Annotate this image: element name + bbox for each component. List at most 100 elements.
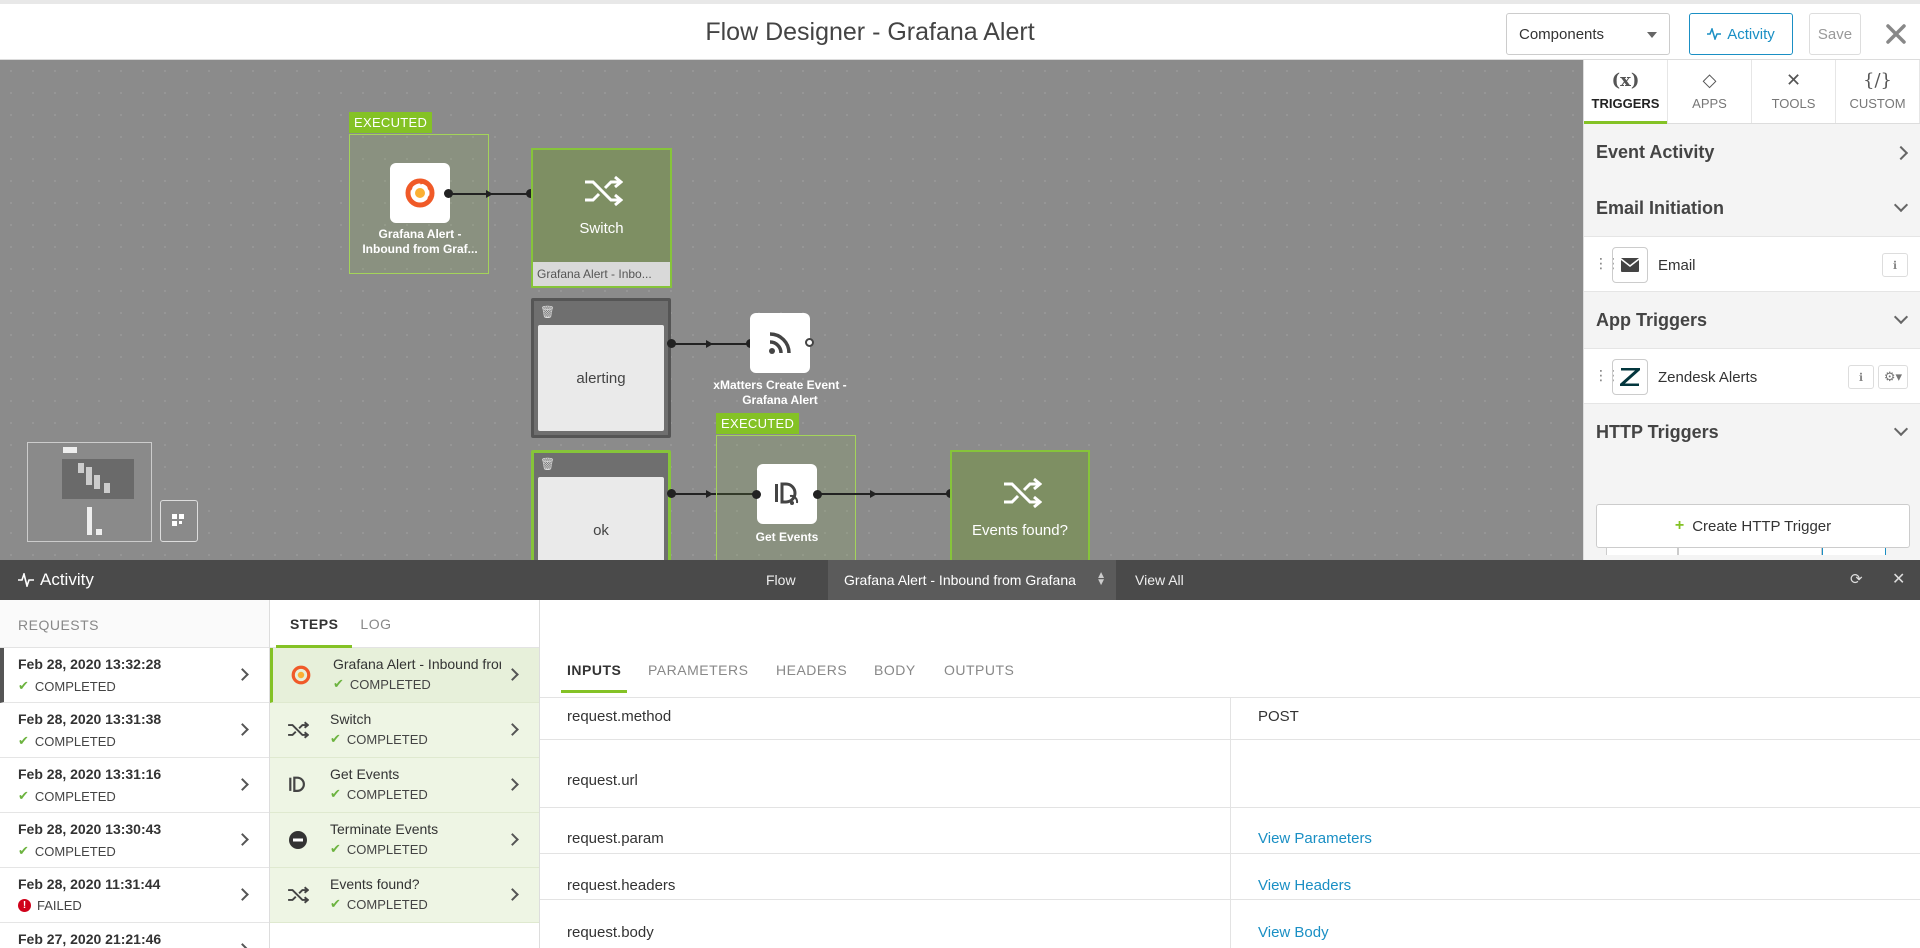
list-item[interactable]: Feb 27, 2020 21:21:46 bbox=[0, 923, 269, 948]
close-icon[interactable] bbox=[1884, 22, 1908, 46]
section-http-triggers[interactable]: HTTP Triggers bbox=[1584, 404, 1920, 460]
xmatters-node-label: xMatters Create Event - Grafana Alert bbox=[713, 378, 847, 407]
step-status: COMPLETED bbox=[346, 841, 428, 857]
branch-ok[interactable]: 🗑 ok bbox=[531, 450, 671, 560]
minimap-toggle-button[interactable] bbox=[160, 500, 198, 542]
connector-line bbox=[675, 343, 751, 345]
flow-select-label: Grafana Alert - Inbound from Grafana bbox=[844, 572, 1076, 588]
view-body-link[interactable]: View Body bbox=[1258, 924, 1329, 941]
get-events-node-label: Get Events bbox=[755, 530, 819, 544]
gear-icon[interactable]: ⚙▾ bbox=[1878, 365, 1908, 389]
close-icon[interactable]: ✕ bbox=[1892, 569, 1905, 589]
shuffle-icon bbox=[585, 175, 623, 207]
flow-select[interactable]: Grafana Alert - Inbound from Grafana ▲ ▼ bbox=[828, 560, 1116, 600]
variable-icon: (x) bbox=[1611, 70, 1640, 91]
branch-alerting[interactable]: 🗑 alerting bbox=[531, 298, 671, 438]
tab-steps[interactable]: STEPS bbox=[275, 600, 353, 648]
tab-parameters[interactable]: PARAMETERS bbox=[648, 662, 748, 678]
chevron-right-icon bbox=[506, 888, 519, 901]
connector-dot[interactable] bbox=[752, 490, 761, 499]
requests-list: REQUESTS Feb 28, 2020 13:32:28 ✔ COMPLETE… bbox=[0, 600, 270, 948]
shuffle-icon bbox=[286, 883, 310, 907]
flow-link[interactable]: Flow bbox=[766, 572, 796, 588]
arrow-icon bbox=[706, 490, 713, 498]
tab-outputs[interactable]: OUTPUTS bbox=[944, 662, 1014, 678]
flow-canvas[interactable]: EXECUTED Grafana Alert - Inbound from Gr… bbox=[0, 60, 1583, 560]
info-icon[interactable]: ℹ bbox=[1848, 365, 1874, 389]
plus-icon: + bbox=[1674, 517, 1685, 534]
list-item[interactable]: Feb 28, 2020 13:31:38 ✔ COMPLETED bbox=[0, 703, 269, 758]
create-http-trigger-label: Create HTTP Trigger bbox=[1692, 517, 1832, 535]
shuffle-icon bbox=[1004, 477, 1042, 509]
trigger-item-zendesk[interactable]: ⋮⋮ Zendesk Alerts ℹ ⚙▾ bbox=[1584, 348, 1920, 404]
list-item[interactable]: Feb 28, 2020 13:32:28 ✔ COMPLETED bbox=[0, 648, 269, 703]
view-headers-link[interactable]: View Headers bbox=[1258, 877, 1351, 894]
requests-header: REQUESTS bbox=[0, 600, 269, 648]
list-item[interactable]: Grafana Alert - Inbound from Grafana ✔ CO… bbox=[270, 648, 539, 703]
request-status: COMPLETED bbox=[34, 678, 116, 694]
list-item[interactable]: Get Events ✔ COMPLETED bbox=[270, 758, 539, 813]
rss-icon bbox=[769, 332, 791, 354]
grafana-node-label: Grafana Alert - Inbound from Graf... bbox=[362, 227, 478, 256]
trigger-item-email[interactable]: ⋮⋮ Email ℹ bbox=[1584, 236, 1920, 292]
list-item[interactable]: Terminate Events ✔ COMPLETED bbox=[270, 813, 539, 868]
list-item[interactable]: Feb 28, 2020 11:31:44 ! FAILED bbox=[0, 868, 269, 923]
view-parameters-link[interactable]: View Parameters bbox=[1258, 830, 1372, 847]
grafana-node[interactable]: Grafana Alert - Inbound from Graf... bbox=[349, 134, 489, 274]
list-item[interactable]: Feb 28, 2020 13:31:16 ✔ COMPLETED bbox=[0, 758, 269, 813]
tab-triggers[interactable]: (x) TRIGGERS bbox=[1584, 60, 1668, 124]
activity-button[interactable]: Activity bbox=[1689, 13, 1793, 55]
table-row: request.method POST bbox=[540, 698, 1920, 740]
events-found-node[interactable]: Events found? bbox=[950, 450, 1090, 560]
refresh-icon[interactable]: ⟳ bbox=[1850, 570, 1863, 588]
create-http-trigger-button[interactable]: + Create HTTP Trigger bbox=[1596, 504, 1910, 548]
tab-tools[interactable]: ✕ TOOLS bbox=[1752, 60, 1836, 123]
branch-ok-label: ok bbox=[538, 477, 664, 560]
connector-dot[interactable] bbox=[805, 338, 814, 347]
save-button[interactable]: Save bbox=[1809, 13, 1861, 55]
section-email-initiation[interactable]: Email Initiation bbox=[1584, 180, 1920, 236]
check-icon: ✔ bbox=[330, 786, 341, 801]
section-app-triggers[interactable]: App Triggers bbox=[1584, 292, 1920, 348]
chevron-right-icon bbox=[506, 833, 519, 846]
tab-apps[interactable]: ◇ APPS bbox=[1668, 60, 1752, 123]
components-select[interactable]: Components bbox=[1506, 13, 1670, 55]
tab-headers[interactable]: HEADERS bbox=[776, 662, 847, 678]
request-date: Feb 27, 2020 21:21:46 bbox=[18, 931, 162, 947]
minimap[interactable] bbox=[27, 442, 152, 542]
view-all-link[interactable]: View All bbox=[1135, 572, 1184, 588]
trash-icon[interactable]: 🗑 bbox=[540, 305, 555, 319]
activity-title-label: Activity bbox=[40, 570, 94, 589]
section-app-triggers-label: App Triggers bbox=[1596, 310, 1708, 330]
list-item[interactable]: Feb 28, 2020 13:30:43 ✔ COMPLETED bbox=[0, 813, 269, 868]
tab-triggers-label: TRIGGERS bbox=[1591, 96, 1660, 111]
request-status: COMPLETED bbox=[34, 788, 116, 804]
get-events-icon bbox=[286, 773, 310, 797]
tab-log[interactable]: LOG bbox=[360, 600, 391, 647]
zendesk-icon bbox=[1612, 359, 1648, 395]
page-title: Flow Designer - Grafana Alert bbox=[705, 18, 1035, 46]
section-event-activity[interactable]: Event Activity bbox=[1584, 124, 1920, 180]
switch-node-label: Switch bbox=[579, 220, 624, 237]
step-status: COMPLETED bbox=[346, 731, 428, 747]
tab-inputs[interactable]: INPUTS bbox=[560, 662, 628, 693]
request-date: Feb 28, 2020 11:31:44 bbox=[18, 876, 161, 892]
table-row: request.url bbox=[540, 740, 1920, 808]
get-events-node[interactable]: Get Events bbox=[716, 435, 856, 560]
request-status: COMPLETED bbox=[34, 733, 116, 749]
tab-body[interactable]: BODY bbox=[874, 662, 916, 678]
switch-node[interactable]: Switch Grafana Alert - Inbo... bbox=[531, 148, 672, 288]
check-icon: ✔ bbox=[330, 896, 341, 911]
minus-circle-icon bbox=[286, 828, 310, 852]
step-status: COMPLETED bbox=[349, 676, 431, 692]
list-item[interactable]: Events found? ✔ COMPLETED bbox=[270, 868, 539, 923]
xmatters-node[interactable] bbox=[750, 313, 810, 373]
row-key: request.param bbox=[567, 830, 664, 847]
detail-tabs: INPUTS PARAMETERS HEADERS BODY OUTPUTS bbox=[540, 600, 1920, 698]
info-icon[interactable]: ℹ bbox=[1882, 253, 1908, 277]
list-item[interactable]: Switch ✔ COMPLETED bbox=[270, 703, 539, 758]
chevron-down-icon bbox=[1893, 421, 1909, 437]
trash-icon[interactable]: 🗑 bbox=[540, 457, 555, 471]
request-date: Feb 28, 2020 13:30:43 bbox=[18, 821, 162, 837]
tab-custom[interactable]: {/} CUSTOM bbox=[1836, 60, 1920, 123]
